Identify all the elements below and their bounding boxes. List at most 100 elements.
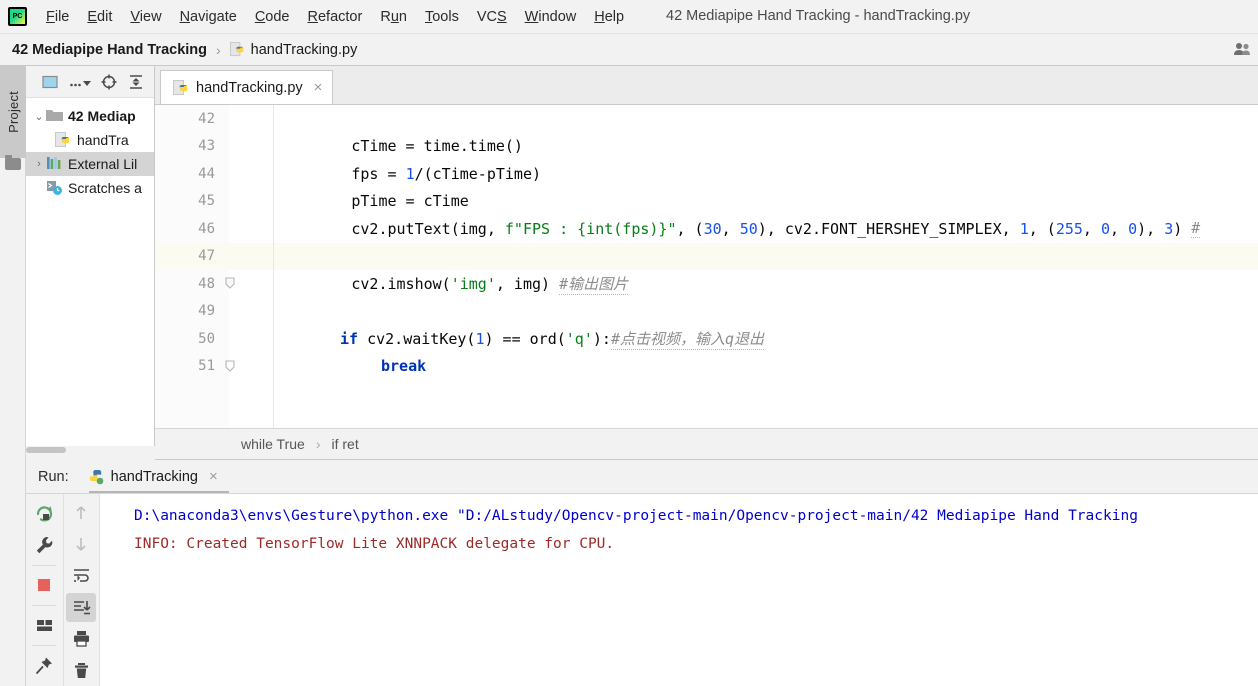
- breadcrumb-file[interactable]: handTracking.py: [229, 41, 358, 58]
- stop-icon[interactable]: [29, 570, 59, 600]
- tree-item-project-root[interactable]: ⌄ 42 Mediap: [26, 104, 154, 128]
- menu-help[interactable]: Help: [585, 6, 633, 28]
- chevron-right-icon[interactable]: ›: [32, 158, 46, 170]
- locate-target-icon[interactable]: [100, 73, 118, 91]
- menu-code[interactable]: Code: [246, 6, 299, 28]
- menu-tools[interactable]: Tools: [416, 6, 468, 28]
- code-text: pTime = cTime: [243, 192, 469, 211]
- breadcrumb-project[interactable]: 42 Mediapipe Hand Tracking: [12, 42, 207, 58]
- tool-tab-project-label: Project: [5, 91, 21, 133]
- soft-wrap-icon[interactable]: [66, 561, 96, 591]
- tool-tab-project[interactable]: Project: [0, 66, 26, 158]
- run-toolbar: [26, 494, 100, 686]
- run-label: Run:: [38, 468, 69, 485]
- code-text: ,: [721, 219, 740, 238]
- tree-item-handtracking-file[interactable]: handTra: [26, 128, 154, 152]
- menu-vcs[interactable]: VCS: [468, 6, 516, 28]
- menu-view[interactable]: View: [121, 6, 170, 28]
- editor-tab-label: handTracking.py: [196, 79, 303, 96]
- python-file-icon: [173, 79, 189, 96]
- wrench-icon[interactable]: [29, 530, 59, 560]
- code-text: ): [1173, 219, 1192, 238]
- code-text: ),: [1137, 219, 1165, 238]
- up-arrow-icon[interactable]: [66, 498, 96, 528]
- python-file-icon: [55, 132, 72, 148]
- trash-icon[interactable]: [66, 656, 96, 686]
- line-number: 45: [198, 193, 215, 210]
- tree-item-scratches[interactable]: Scratches a: [26, 176, 154, 200]
- menu-bar: File Edit View Navigate Code Refactor Ru…: [0, 0, 1258, 34]
- code-number: 255: [1055, 219, 1083, 238]
- line-number: 50: [198, 330, 215, 347]
- chevron-down-icon[interactable]: ⌄: [32, 110, 46, 123]
- folder-icon: [46, 108, 63, 124]
- caret-row-highlight: [155, 242, 1258, 270]
- editor-tab-handtracking[interactable]: handTracking.py ×: [160, 70, 334, 104]
- code-number: 1: [405, 164, 415, 183]
- run-tool-window-body: D:\anaconda3\envs\Gesture\python.exe "D:…: [26, 493, 1258, 686]
- line-number: 44: [198, 165, 215, 182]
- code-number: 1: [1019, 219, 1029, 238]
- toolbar-divider: [32, 565, 57, 566]
- project-toolbar: [26, 66, 154, 98]
- run-tab-handtracking[interactable]: handTracking ×: [87, 468, 220, 485]
- code-text: ):: [592, 329, 611, 348]
- scroll-to-end-icon[interactable]: [66, 592, 97, 622]
- code-number: 30: [703, 219, 722, 238]
- code-number: 1: [475, 329, 485, 348]
- run-toolbar-right-column: [62, 494, 100, 686]
- code-fold-marker[interactable]: [223, 353, 239, 381]
- editor-breadcrumb: while True › if ret: [155, 428, 1258, 460]
- scratches-icon: [46, 180, 63, 196]
- layout-icon[interactable]: [29, 610, 59, 640]
- dots-dropdown-icon[interactable]: [69, 73, 91, 91]
- line-number: 46: [198, 220, 215, 237]
- line-number: 51: [198, 358, 215, 375]
- code-number: 50: [739, 219, 758, 238]
- editor-breadcrumb-item-0[interactable]: while True: [241, 436, 305, 452]
- code-text: cTime = time.time(): [243, 137, 523, 156]
- project-tree: ⌄ 42 Mediap handTra › External Lil Scrat…: [26, 98, 154, 446]
- print-icon[interactable]: [66, 624, 96, 654]
- collapse-all-icon[interactable]: [127, 73, 145, 91]
- code-comment: #点击视频，输入q退出: [610, 329, 764, 350]
- menu-run[interactable]: Run: [371, 6, 416, 28]
- python-file-icon: [229, 42, 245, 57]
- left-tool-strip: Project: [0, 66, 26, 686]
- users-icon[interactable]: [1233, 41, 1251, 59]
- menu-edit[interactable]: Edit: [78, 6, 121, 28]
- close-icon[interactable]: ×: [314, 80, 323, 95]
- rerun-icon[interactable]: [29, 498, 59, 528]
- toolbar-divider: [32, 605, 57, 606]
- project-horizontal-scrollbar[interactable]: [26, 446, 155, 454]
- down-arrow-icon[interactable]: [66, 530, 96, 560]
- project-panel: ⌄ 42 Mediap handTra › External Lil Scrat…: [26, 66, 155, 446]
- console-line-command: D:\anaconda3\envs\Gesture\python.exe "D:…: [134, 508, 1138, 524]
- code-keyword: break: [381, 357, 427, 376]
- code-number: 0: [1100, 219, 1110, 238]
- code-fold-marker[interactable]: [223, 270, 239, 298]
- code-text: ,: [1082, 219, 1101, 238]
- tree-item-label: Scratches a: [68, 180, 142, 196]
- code-editor[interactable]: 42 43 44 45 46 47 48 49 50 51 cTime = ti…: [155, 105, 1258, 428]
- tree-item-external-libraries[interactable]: › External Lil: [26, 152, 154, 176]
- menu-refactor[interactable]: Refactor: [299, 6, 372, 28]
- code-line-48: cv2.imshow('img', img) #输出图片: [243, 270, 629, 298]
- navigation-bar: 42 Mediapipe Hand Tracking › handTrackin…: [0, 34, 1258, 66]
- editor-tab-bar: handTracking.py ×: [155, 66, 1258, 105]
- project-view-selector-icon[interactable]: [42, 73, 60, 91]
- code-text: cv2.waitKey(: [358, 329, 476, 348]
- console-output[interactable]: D:\anaconda3\envs\Gesture\python.exe "D:…: [100, 494, 1258, 686]
- code-comment: #输出图片: [559, 274, 629, 295]
- editor-breadcrumb-item-1[interactable]: if ret: [331, 436, 358, 452]
- breadcrumb-file-label: handTracking.py: [250, 41, 358, 58]
- pin-icon[interactable]: [29, 650, 59, 680]
- code-line-45: pTime = cTime: [243, 188, 469, 216]
- code-line-50: if cv2.waitKey(1) == ord('q'): #点击视频，输入q退…: [340, 325, 764, 353]
- code-string: 'q': [565, 329, 593, 348]
- run-tool-window-header: Run: handTracking ×: [26, 460, 1258, 493]
- menu-file[interactable]: File: [37, 6, 78, 28]
- close-icon[interactable]: ×: [209, 469, 218, 484]
- menu-window[interactable]: Window: [516, 6, 586, 28]
- menu-navigate[interactable]: Navigate: [171, 6, 246, 28]
